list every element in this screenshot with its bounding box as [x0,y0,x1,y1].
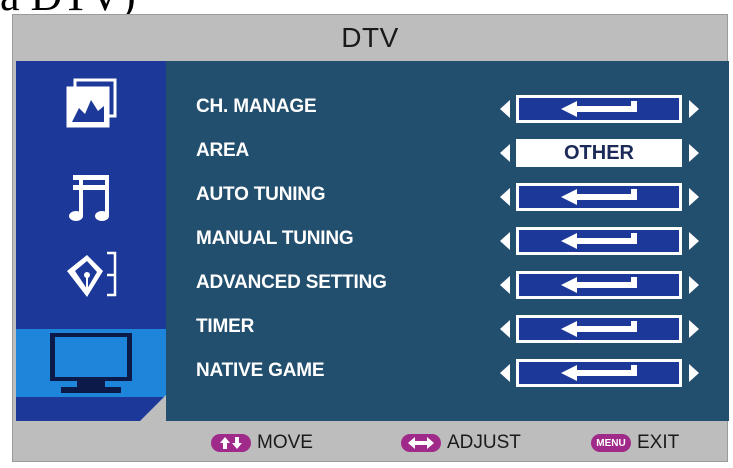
left-arrow-icon[interactable] [500,144,510,162]
enter-arrow-icon [561,233,637,249]
menu-row-label: NATIVE GAME [196,360,325,381]
menu-row-label: MANUAL TUNING [196,228,354,249]
right-arrow-icon[interactable] [689,364,699,382]
menu-row-native-game[interactable]: NATIVE GAME [166,357,729,389]
right-arrow-icon[interactable] [689,320,699,338]
right-arrow-icon[interactable] [689,100,699,118]
up-down-arrows-icon [211,434,251,452]
value-box[interactable] [516,183,682,211]
music-note-icon [69,175,109,221]
left-arrow-icon[interactable] [500,364,510,382]
menu-row-auto-tuning[interactable]: AUTO TUNING [166,181,729,213]
menu-row-advanced-setting[interactable]: ADVANCED SETTING [166,269,729,301]
value-box[interactable] [516,227,682,255]
enter-arrow-icon [561,321,637,337]
sidebar-item-setup[interactable] [16,241,166,309]
picture-icon [66,78,117,128]
hint-adjust: ADJUST [401,432,521,454]
value-box[interactable] [516,315,682,343]
enter-arrow-icon [561,189,637,205]
hint-move-label: MOVE [257,432,313,453]
menu-key-badge: MENU [591,434,631,452]
left-arrow-icon[interactable] [500,100,510,118]
menu-row-manual-tuning[interactable]: MANUAL TUNING [166,225,729,257]
pen-nib-icon [67,251,117,297]
enter-arrow-icon [561,101,637,117]
dtv-osd-window: DTV CH. MANAGE AREA OTHER AUTO TUNING MA… [12,14,729,462]
right-arrow-icon[interactable] [689,144,699,162]
area-value[interactable]: OTHER [516,139,682,167]
value-box[interactable] [516,359,682,387]
left-arrow-icon[interactable] [500,188,510,206]
menu-row-label: ADVANCED SETTING [196,272,387,293]
menu-row-label: CH. MANAGE [196,96,317,117]
key-hints-bar: MOVE ADJUST MENU EXIT [13,429,727,459]
menu-title: DTV [341,22,399,53]
value-box[interactable] [516,95,682,123]
hint-adjust-label: ADJUST [447,432,521,453]
tv-monitor-icon [50,333,132,393]
right-arrow-icon[interactable] [689,232,699,250]
left-arrow-icon[interactable] [500,276,510,294]
enter-arrow-icon [561,365,637,381]
menu-row-ch-manage[interactable]: CH. MANAGE [166,93,729,125]
right-arrow-icon[interactable] [689,188,699,206]
left-arrow-icon[interactable] [500,232,510,250]
sidebar-item-picture[interactable] [16,71,166,139]
right-arrow-icon[interactable] [689,276,699,294]
value-box[interactable] [516,271,682,299]
hint-exit: MENU EXIT [591,432,679,454]
menu-row-label: AUTO TUNING [196,184,326,205]
sidebar [16,61,166,421]
hint-move: MOVE [211,432,313,454]
menu-row-area[interactable]: AREA OTHER [166,137,729,169]
left-right-arrow-icon [401,434,441,452]
menu-row-label: AREA [196,140,250,161]
hint-exit-label: EXIT [637,432,680,453]
sidebar-item-tv[interactable] [16,329,166,397]
menu-row-label: TIMER [196,316,255,337]
sidebar-item-sound[interactable] [16,165,166,233]
menu-content: CH. MANAGE AREA OTHER AUTO TUNING MANUAL… [166,61,729,421]
left-arrow-icon[interactable] [500,320,510,338]
menu-row-timer[interactable]: TIMER [166,313,729,345]
enter-arrow-icon [561,277,637,293]
